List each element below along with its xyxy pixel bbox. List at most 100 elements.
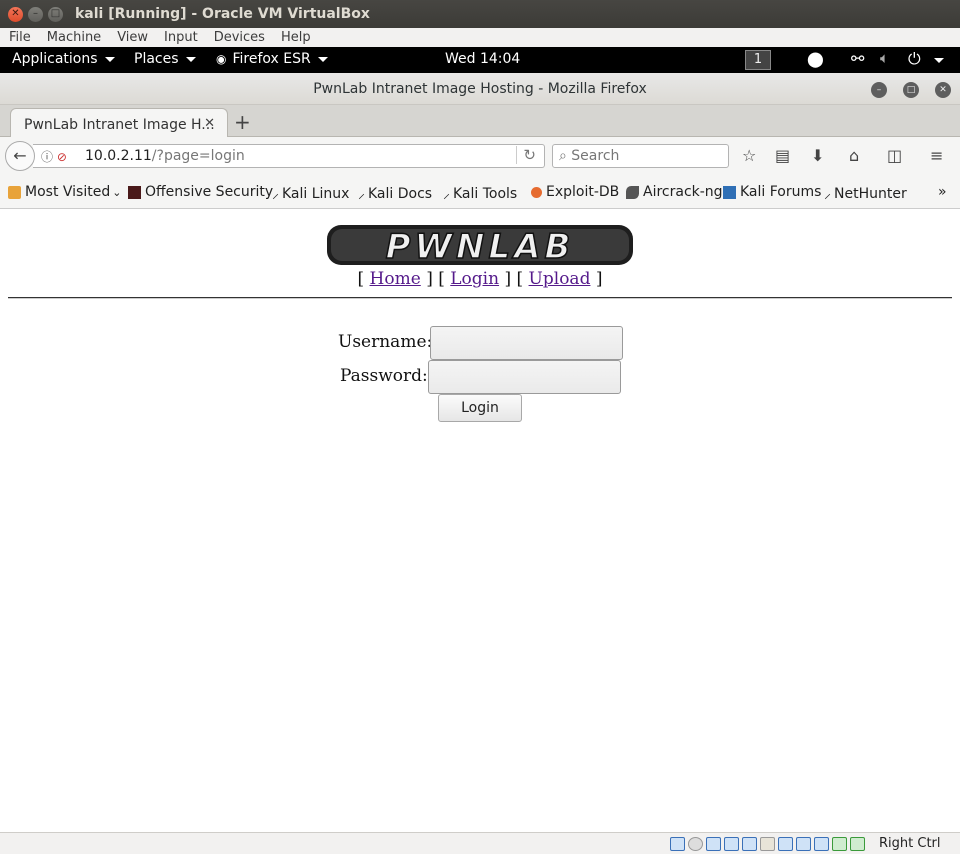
url-bar[interactable]: ⓘ ⊘ 10.0.2.11/?page=login ↻ bbox=[33, 144, 545, 168]
nav-home-link[interactable]: Home bbox=[370, 269, 421, 289]
bookmark-nethunter[interactable]: ⸝ NetHunter bbox=[824, 184, 907, 203]
kali-dragon-icon: ⸝ bbox=[824, 186, 831, 202]
download-icon[interactable]: ⬇ bbox=[811, 146, 824, 165]
site-nav: [ Home ] [ Login ] [ Upload ] bbox=[0, 269, 960, 289]
menu-input[interactable]: Input bbox=[155, 30, 205, 45]
workspace-indicator[interactable]: 1 bbox=[745, 50, 771, 70]
power-icon[interactable]: ⏻ bbox=[908, 49, 921, 69]
reload-icon[interactable]: ↻ bbox=[516, 146, 536, 164]
hamburger-menu-icon[interactable]: ≡ bbox=[930, 146, 943, 165]
bookmark-offensive-security[interactable]: Offensive Security bbox=[128, 184, 273, 200]
bookmark-aircrack-ng[interactable]: Aircrack-ng bbox=[626, 184, 723, 200]
chevron-down-icon bbox=[317, 56, 328, 62]
device-icons bbox=[670, 837, 865, 851]
bookmark-exploit-db[interactable]: Exploit-DB bbox=[531, 184, 619, 200]
video-capture-icon[interactable] bbox=[796, 837, 811, 851]
bookmark-kali-forums[interactable]: Kali Forums bbox=[723, 184, 821, 200]
bookmarks-overflow-chevron-icon[interactable]: » bbox=[938, 184, 947, 200]
login-button[interactable]: Login bbox=[438, 394, 522, 422]
hard-disk-icon[interactable] bbox=[670, 837, 685, 851]
bookmark-label: Exploit-DB bbox=[546, 184, 620, 200]
applications-label: Applications bbox=[12, 51, 98, 67]
host-titlebar: ✕ – □ kali [Running] - Oracle VM Virtual… bbox=[0, 0, 960, 28]
url-path: /?page=login bbox=[151, 148, 245, 164]
close-icon[interactable]: ✕ bbox=[204, 116, 215, 131]
username-field[interactable] bbox=[430, 326, 623, 360]
bookmark-label: Offensive Security bbox=[145, 184, 274, 200]
kali-dragon-icon: ⸝ bbox=[443, 186, 450, 202]
network-icon[interactable] bbox=[724, 837, 739, 851]
bookmark-kali-tools[interactable]: ⸝ Kali Tools bbox=[443, 184, 517, 203]
shared-folder-icon[interactable] bbox=[760, 837, 775, 851]
menu-help[interactable]: Help bbox=[272, 30, 318, 45]
new-tab-plus-icon[interactable]: + bbox=[234, 110, 251, 134]
password-label: Password: bbox=[340, 366, 428, 386]
host-key-label: Right Ctrl bbox=[879, 836, 941, 851]
arrow-left-icon: ← bbox=[13, 146, 27, 165]
tab-pwnlab[interactable]: PwnLab Intranet Image H... ✕ bbox=[10, 108, 228, 138]
places-label: Places bbox=[134, 51, 179, 67]
close-icon[interactable]: ✕ bbox=[8, 6, 23, 22]
search-input[interactable]: ⌕ Search bbox=[552, 144, 729, 168]
video-camera-icon[interactable]: ⬤ bbox=[807, 50, 824, 68]
nav-bracket: ] [ bbox=[504, 269, 524, 289]
password-field[interactable] bbox=[428, 360, 621, 394]
kali-dragon-icon: ⸝ bbox=[358, 186, 365, 202]
nav-upload-link[interactable]: Upload bbox=[529, 269, 591, 289]
search-icon: ⌕ bbox=[559, 148, 567, 164]
minimize-icon[interactable]: – bbox=[28, 6, 43, 22]
virtualization-icon[interactable] bbox=[814, 837, 829, 851]
places-menu[interactable]: Places bbox=[134, 51, 196, 67]
display-icon[interactable] bbox=[778, 837, 793, 851]
firefox-icon: ◉ bbox=[216, 52, 227, 66]
kali-dragon-icon: ⸝ bbox=[272, 186, 279, 202]
menu-file[interactable]: File bbox=[0, 30, 38, 45]
username-label: Username: bbox=[338, 332, 433, 352]
web-page: PWNLAB [ Home ] [ Login ] [ Upload ] Use… bbox=[0, 209, 960, 832]
menu-devices[interactable]: Devices bbox=[205, 30, 272, 45]
bookmark-label: Kali Tools bbox=[453, 185, 518, 202]
nav-login-link[interactable]: Login bbox=[450, 269, 499, 289]
panel-clock[interactable]: Wed 14:04 bbox=[445, 51, 520, 67]
library-icon[interactable]: ▤ bbox=[775, 146, 790, 165]
search-placeholder: Search bbox=[571, 148, 620, 164]
chevron-down-icon bbox=[185, 56, 196, 62]
bookmark-label: Kali Forums bbox=[740, 184, 822, 200]
back-button[interactable]: ← bbox=[5, 141, 35, 171]
menu-view[interactable]: View bbox=[108, 30, 155, 45]
optical-drive-icon[interactable] bbox=[688, 837, 703, 851]
exploitdb-icon bbox=[531, 186, 542, 198]
usb-icon[interactable] bbox=[742, 837, 757, 851]
url-host: 10.0.2.11 bbox=[85, 148, 152, 164]
bookmark-label: Kali Docs bbox=[368, 185, 433, 202]
chevron-down-icon: ⌄ bbox=[112, 185, 122, 199]
bookmark-kali-linux[interactable]: ⸝ Kali Linux bbox=[272, 184, 349, 203]
firefox-app-label: Firefox ESR bbox=[232, 51, 311, 67]
firefox-app-menu[interactable]: ◉ Firefox ESR bbox=[216, 51, 328, 67]
site-info-icon[interactable]: ⓘ ⊘ bbox=[41, 148, 67, 165]
applications-menu[interactable]: Applications bbox=[12, 51, 115, 67]
minimize-icon[interactable]: – bbox=[871, 82, 887, 98]
kali-top-panel: Applications Places ◉ Firefox ESR Wed 14… bbox=[0, 47, 960, 73]
home-icon[interactable]: ⌂ bbox=[849, 146, 859, 165]
pocket-icon[interactable]: ◫ bbox=[887, 146, 902, 165]
pwnlab-logo: PWNLAB bbox=[327, 225, 633, 268]
logo-text: PWNLAB bbox=[386, 227, 575, 267]
menu-machine[interactable]: Machine bbox=[38, 30, 108, 45]
vbox-statusbar: Right Ctrl bbox=[0, 832, 960, 854]
keyboard-capture-icon[interactable] bbox=[850, 837, 865, 851]
volume-icon[interactable]: 🔈︎ bbox=[880, 49, 889, 67]
maximize-icon[interactable]: □ bbox=[48, 6, 63, 22]
network-wired-icon[interactable]: ⚯ bbox=[851, 49, 864, 68]
maximize-icon[interactable]: □ bbox=[903, 82, 919, 98]
aircrack-icon bbox=[626, 185, 639, 199]
bookmark-most-visited[interactable]: Most Visited ⌄ bbox=[8, 184, 121, 200]
bookmark-kali-docs[interactable]: ⸝ Kali Docs bbox=[358, 184, 432, 203]
audio-icon[interactable] bbox=[706, 837, 721, 851]
kali-forums-icon bbox=[723, 185, 736, 199]
close-icon[interactable]: ✕ bbox=[935, 82, 951, 98]
bookmark-label: Most Visited bbox=[25, 184, 111, 200]
mouse-integration-icon[interactable] bbox=[832, 837, 847, 851]
chevron-down-icon[interactable] bbox=[934, 58, 944, 63]
star-icon[interactable]: ☆ bbox=[742, 146, 756, 165]
